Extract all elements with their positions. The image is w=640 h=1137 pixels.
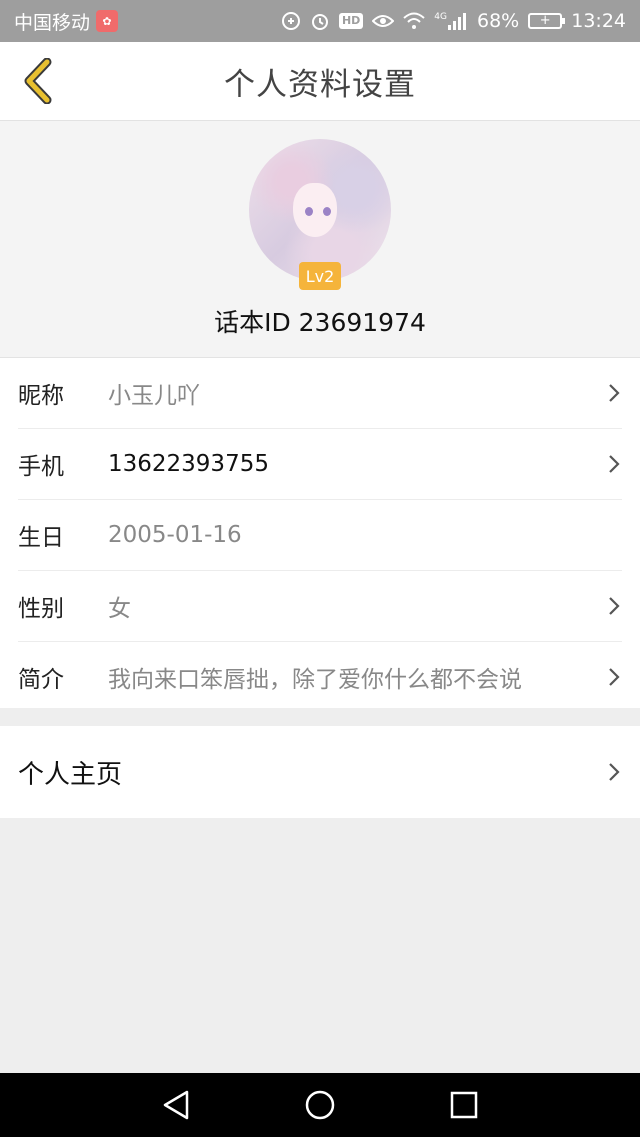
chevron-left-icon — [24, 58, 52, 104]
status-left: 中国移动 ✿ — [14, 8, 119, 35]
nav-back-button[interactable] — [154, 1083, 198, 1127]
nav-recents-button[interactable] — [442, 1083, 486, 1127]
carrier-name: 中国移动 — [14, 11, 91, 34]
alarm-icon — [310, 11, 330, 31]
chevron-right-icon — [606, 596, 622, 616]
chevron-right-icon — [606, 383, 622, 403]
birthday-row: 生日 2005-01-16 — [18, 500, 622, 571]
battery-percent: 68% — [477, 10, 520, 32]
square-recents-icon — [450, 1091, 478, 1119]
chevron-right-icon — [606, 454, 622, 474]
row-label: 手机 — [18, 454, 64, 480]
row-value: 我向来口笨唇拙，除了爱你什么都不会说 — [108, 667, 522, 693]
info-list: 昵称 小玉儿吖 手机 13622393755 生日 2005-01-16 性别 … — [0, 358, 640, 712]
row-label: 简介 — [18, 667, 64, 693]
status-right: HD 4G 68% + 13:24 — [281, 10, 626, 32]
hd-icon: HD — [338, 13, 364, 29]
cellular-signal-icon: 4G — [434, 12, 468, 30]
clock: 13:24 — [571, 10, 626, 32]
row-value: 小玉儿吖 — [108, 383, 200, 409]
gender-row[interactable]: 性别 女 — [18, 571, 622, 642]
page-title: 个人资料设置 — [224, 66, 416, 103]
chevron-right-icon — [606, 667, 622, 687]
app-notification-icon: ✿ — [96, 10, 119, 32]
network-type: 4G — [434, 12, 447, 22]
row-value: 13622393755 — [108, 451, 269, 477]
avatar[interactable] — [249, 139, 391, 281]
chevron-right-icon — [606, 762, 622, 782]
bio-row[interactable]: 简介 我向来口笨唇拙，除了爱你什么都不会说 — [18, 642, 622, 712]
row-label: 昵称 — [18, 383, 64, 409]
level-badge: Lv2 — [299, 262, 341, 290]
row-label: 性别 — [18, 596, 64, 622]
home-label: 个人主页 — [18, 759, 123, 790]
phone-row[interactable]: 手机 13622393755 — [18, 429, 622, 500]
circle-home-icon — [305, 1090, 335, 1120]
row-value: 女 — [108, 596, 131, 622]
user-id: 话本ID 23691974 — [214, 308, 426, 337]
avatar-eye-right — [323, 207, 331, 216]
section-divider — [0, 708, 640, 726]
app-header: 个人资料设置 — [0, 42, 640, 121]
status-bar: 中国移动 ✿ HD 4G 68% + 13:24 — [0, 0, 640, 42]
personal-homepage-row[interactable]: 个人主页 — [0, 726, 640, 818]
profile-area: 话本ID 23691974 — [0, 121, 640, 358]
row-value: 2005-01-16 — [108, 522, 242, 548]
triangle-back-icon — [163, 1090, 189, 1120]
row-label: 生日 — [18, 525, 64, 551]
navigation-bar — [0, 1073, 640, 1137]
eye-comfort-icon — [372, 13, 395, 29]
back-button[interactable] — [14, 56, 62, 106]
battery-icon: + — [528, 13, 566, 29]
data-saver-icon — [281, 11, 301, 31]
avatar-eye-left — [305, 207, 313, 216]
nickname-row[interactable]: 昵称 小玉儿吖 — [18, 358, 622, 429]
nav-home-button[interactable] — [298, 1083, 342, 1127]
wifi-icon — [403, 12, 425, 30]
